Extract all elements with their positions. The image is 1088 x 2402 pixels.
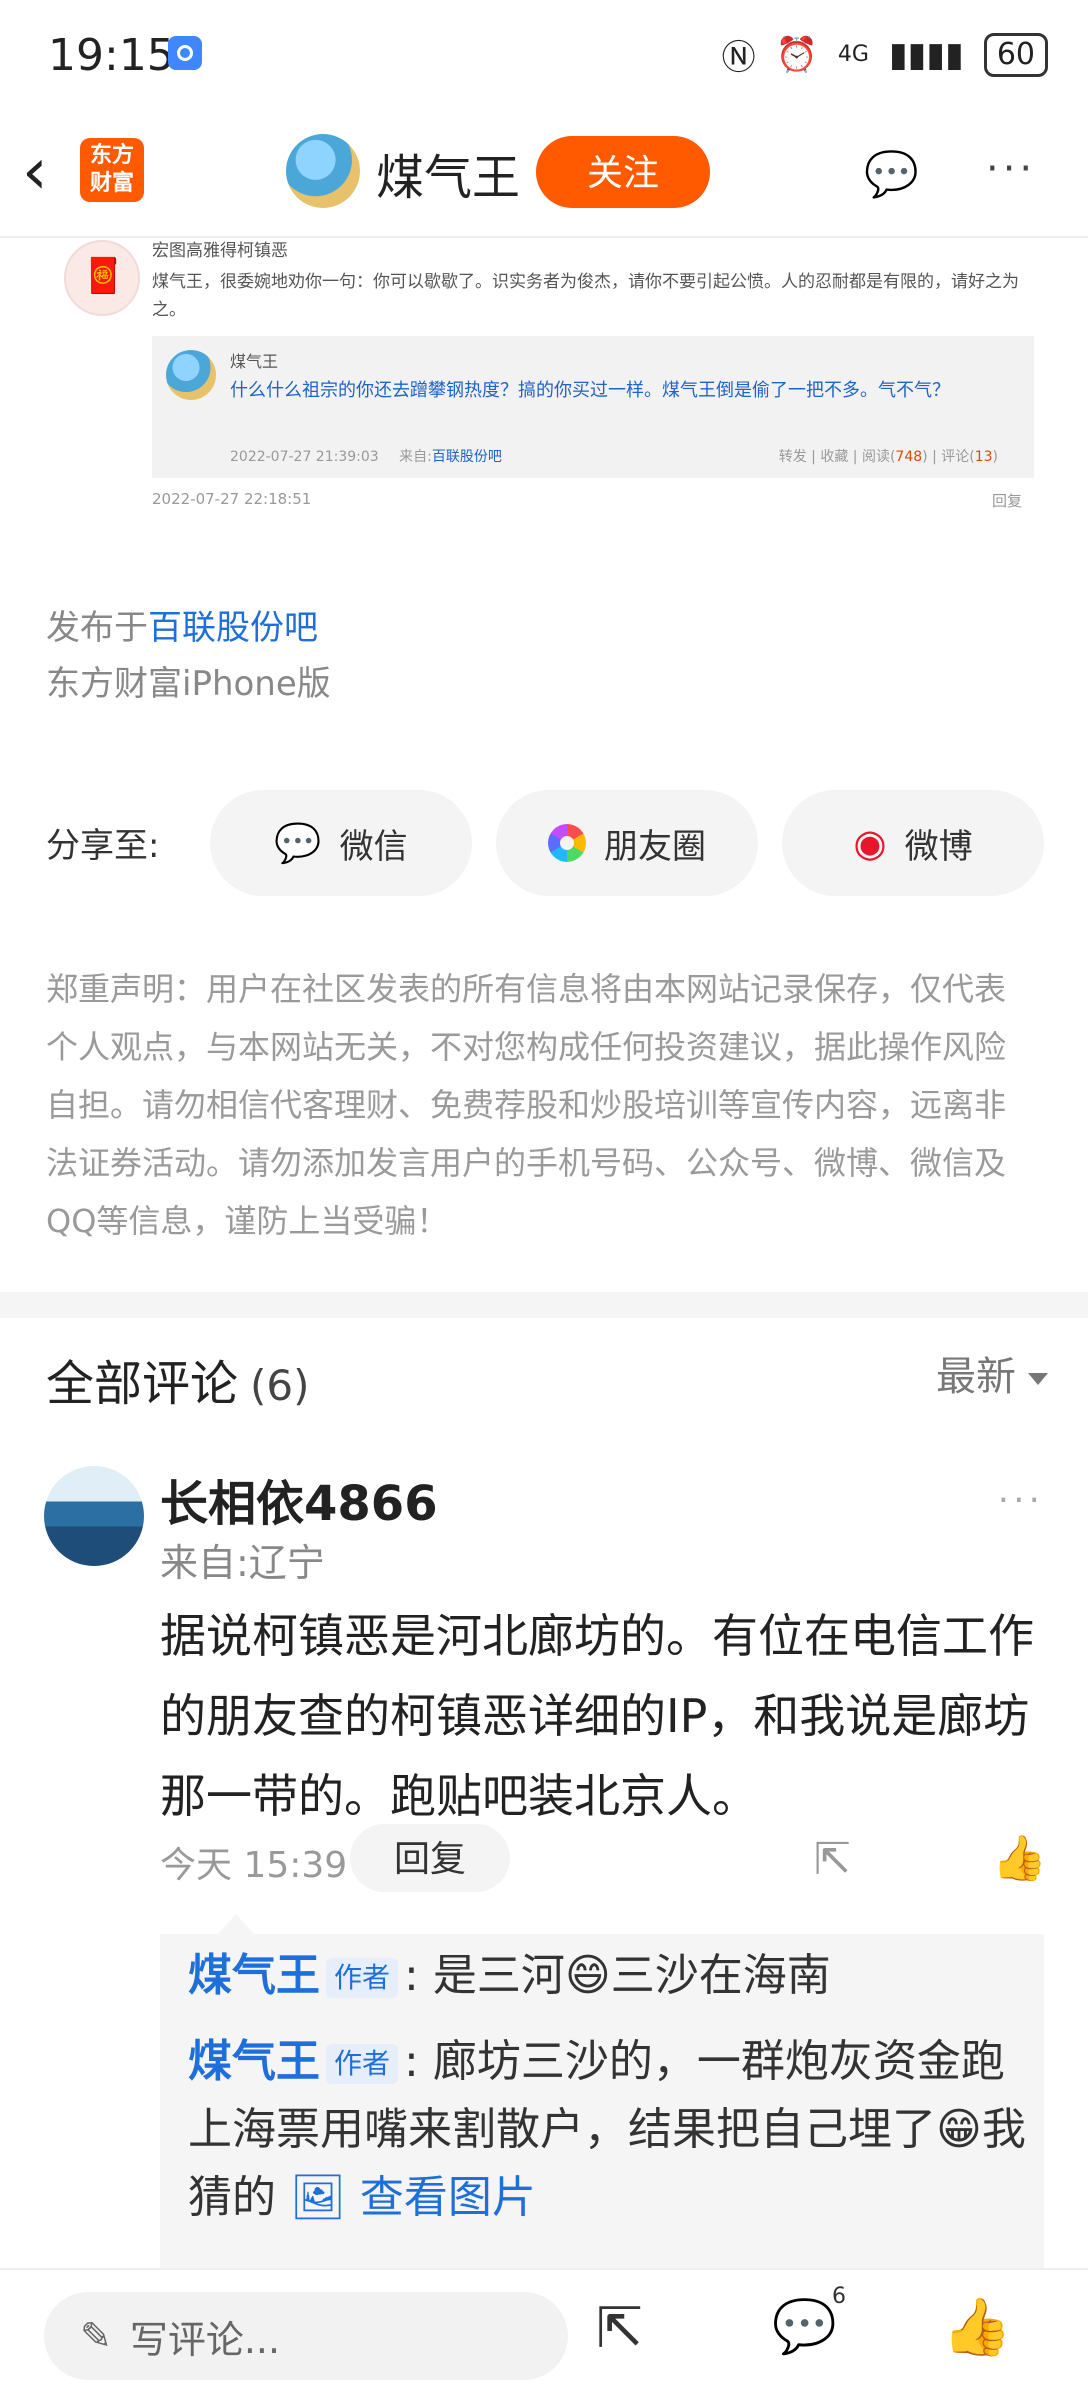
- bottom-bar: ✎ 写评论... ⇱ 💬 6 👍: [0, 2268, 1088, 2402]
- comment-share-icon[interactable]: ⇱: [814, 1834, 851, 1885]
- inner-post-avatar: [166, 350, 216, 400]
- commenter-location: 来自:辽宁: [160, 1541, 325, 1585]
- status-bar: 19:15 Ⓝ ⏰ 4G ▮▮▮▮ 60: [0, 0, 1088, 110]
- replies-box: 煤气王 作者: 是三河😄三沙在海南 煤气王 作者: 廊坊三沙的，一群炮灰资金跑上海票…: [160, 1934, 1044, 2274]
- image-icon: 🖼: [290, 2172, 346, 2223]
- inner-post-meta: 2022-07-27 21:39:03 来自:百联股份吧: [230, 446, 502, 466]
- quoted-user-name: 宏图高雅得柯镇恶: [152, 241, 288, 261]
- inner-post-text: 什么什么祖宗的你还去蹭攀钢热度？搞的你买过一样。煤气王倒是偷了一把不多。气不气？: [230, 380, 950, 401]
- share-wechat-label: 微信: [339, 826, 408, 867]
- battery-icon: 60: [983, 32, 1048, 77]
- sort-dropdown[interactable]: 最新: [936, 1344, 1048, 1402]
- author-name[interactable]: 煤气王: [376, 138, 520, 208]
- follow-button[interactable]: 关注: [536, 136, 710, 208]
- wechat-share-icon[interactable]: 💬: [864, 148, 919, 200]
- like-icon[interactable]: 👍: [942, 2294, 1012, 2360]
- section-divider: [0, 1292, 1088, 1318]
- comment-input[interactable]: ✎ 写评论...: [44, 2292, 568, 2380]
- signal-icon: ▮▮▮▮: [888, 34, 964, 75]
- reply-text: : 是三河😄三沙在海南: [404, 1950, 831, 2001]
- quoted-text: 煤气王，很委婉地劝你一句：你可以歇歇了。识实务者为俊杰，请你不要引起公愤。人的忍…: [152, 272, 1019, 320]
- author-badge: 作者: [326, 1958, 399, 1998]
- back-icon[interactable]: ‹: [22, 140, 48, 204]
- published-device: 东方财富iPhone版: [46, 664, 331, 704]
- app-logo[interactable]: 东方 财富: [80, 138, 144, 202]
- share-icon[interactable]: ⇱: [596, 2296, 643, 2361]
- top-nav: ‹ 东方 财富 煤气王 关注 💬 ···: [0, 110, 1088, 238]
- inner-post-reads: 748: [895, 449, 923, 465]
- quoted-date: 2022-07-27 22:18:51: [152, 490, 312, 508]
- comments-count: (6): [250, 1361, 310, 1410]
- inner-post-stats-label: 转发 | 收藏 | 阅读(: [778, 449, 896, 465]
- network-label: 4G: [837, 42, 869, 67]
- quoted-reply: 回复: [992, 492, 1023, 510]
- inner-post-from: 百联股份吧: [431, 449, 502, 465]
- comment-placeholder: 写评论...: [129, 2317, 281, 2362]
- inner-post-from-label: 来自:: [399, 449, 432, 465]
- alarm-icon: ⏰: [775, 34, 818, 75]
- weibo-icon: ◉: [853, 821, 887, 865]
- comment-like-icon[interactable]: 👍: [992, 1832, 1047, 1884]
- published-bar-link[interactable]: 百联股份吧: [148, 608, 318, 648]
- share-moments-label: 朋友圈: [604, 826, 706, 867]
- reply-pointer: [218, 1914, 254, 1934]
- quoted-inner-post: 煤气王 什么什么祖宗的你还去蹭攀钢热度？搞的你买过一样。煤气王倒是偷了一把不多。…: [152, 336, 1034, 478]
- commenter-name[interactable]: 长相依4866: [160, 1464, 438, 1534]
- quoted-user-avatar: [64, 240, 140, 316]
- comments-title-text: 全部评论: [46, 1356, 239, 1412]
- pencil-icon: ✎: [80, 2314, 112, 2358]
- author-badge: 作者: [326, 2044, 399, 2084]
- share-moments-button[interactable]: 朋友圈: [496, 790, 758, 896]
- view-image-link[interactable]: 🖼 查看图片: [290, 2172, 536, 2223]
- status-time: 19:15: [48, 30, 175, 81]
- nfc-icon: Ⓝ: [721, 38, 756, 78]
- share-weibo-label: 微博: [904, 826, 973, 867]
- share-weibo-button[interactable]: ◉ 微博: [782, 790, 1044, 896]
- author-avatar[interactable]: [286, 134, 360, 208]
- app-notification-icon: [168, 36, 202, 70]
- wechat-icon: 💬: [274, 820, 322, 865]
- moments-icon: [548, 824, 586, 862]
- inner-post-stats: 转发 | 收藏 | 阅读(748) | 评论(13): [779, 446, 998, 466]
- view-image-label: 查看图片: [359, 2172, 536, 2223]
- comment-count-badge: 6: [832, 2284, 846, 2309]
- reply-item[interactable]: 煤气王 作者: 廊坊三沙的，一群炮灰资金跑上海票用嘴来割散户，结果把自己埋了😁我猜…: [188, 2028, 1028, 2232]
- reply-item[interactable]: 煤气王 作者: 是三河😄三沙在海南: [188, 1942, 1028, 2010]
- commenter-avatar[interactable]: [44, 1466, 144, 1566]
- comment-icon[interactable]: 💬: [772, 2296, 837, 2357]
- comment-time: 今天 15:39: [160, 1845, 348, 1886]
- share-label: 分享至:: [46, 826, 160, 866]
- published-prefix: 发布于: [46, 608, 148, 648]
- more-icon[interactable]: ···: [986, 146, 1036, 192]
- reply-author[interactable]: 煤气王: [188, 2036, 320, 2087]
- inner-post-close: ): [992, 449, 998, 465]
- inner-post-date: 2022-07-27 21:39:03: [230, 449, 379, 465]
- comments-title: 全部评论 (6): [46, 1344, 310, 1414]
- inner-post-author: 煤气王: [230, 352, 279, 371]
- published-in: 发布于百联股份吧: [46, 600, 318, 649]
- inner-post-comments: 13: [974, 449, 993, 465]
- disclaimer: 郑重声明：用户在社区发表的所有信息将由本网站记录保存，仅代表个人观点，与本网站无…: [46, 970, 1007, 1240]
- comment-more-icon[interactable]: ···: [998, 1480, 1044, 1521]
- status-icons: Ⓝ ⏰ 4G ▮▮▮▮ 60: [722, 30, 1048, 79]
- comment-body: 据说柯镇恶是河北廊坊的。有位在电信工作的朋友查的柯镇恶详细的IP，和我说是廊坊那…: [160, 1609, 1034, 1823]
- share-wechat-button[interactable]: 💬 微信: [210, 790, 472, 896]
- reply-author[interactable]: 煤气王: [188, 1950, 320, 2001]
- inner-post-comments-label: ) | 评论(: [922, 449, 975, 465]
- comment-reply-button[interactable]: 回复: [350, 1824, 510, 1892]
